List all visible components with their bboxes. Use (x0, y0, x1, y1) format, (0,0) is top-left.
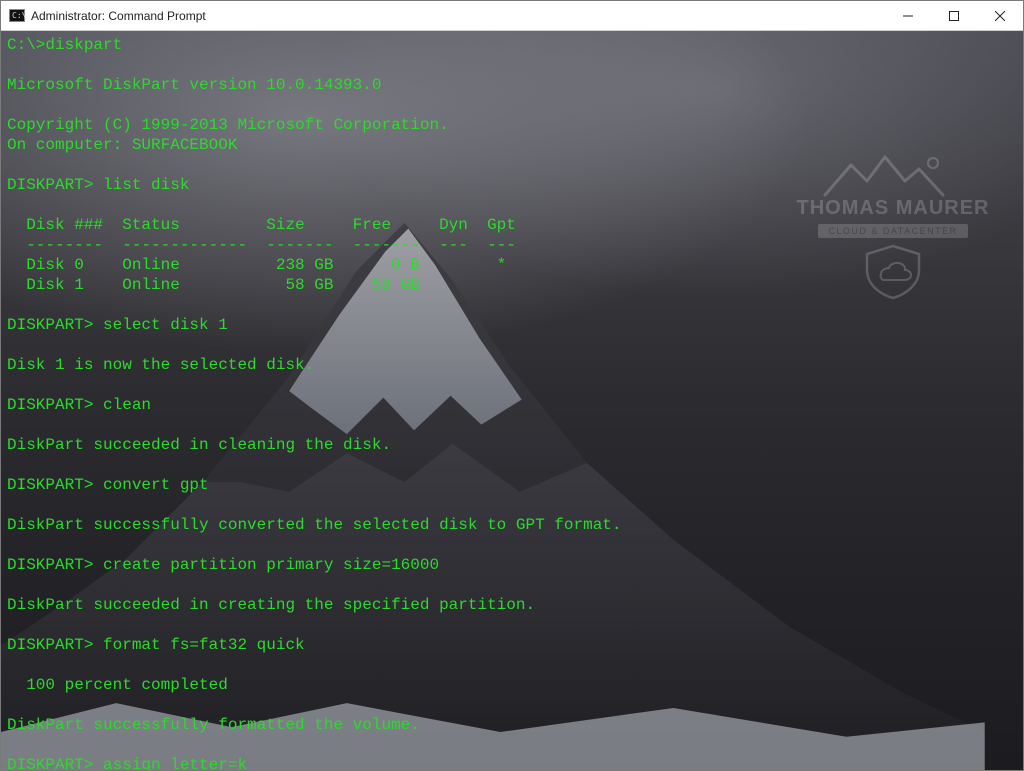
terminal-line: Disk 1 Online 58 GB 58 GB (7, 275, 1017, 295)
terminal-line: Disk 1 is now the selected disk. (7, 355, 1017, 375)
minimize-icon (903, 11, 913, 21)
close-button[interactable] (977, 1, 1023, 31)
terminal-line (7, 575, 1017, 595)
terminal-line (7, 295, 1017, 315)
close-icon (995, 11, 1005, 21)
minimize-button[interactable] (885, 1, 931, 31)
terminal-line: DISKPART> assign letter=k (7, 755, 1017, 770)
terminal-line (7, 55, 1017, 75)
terminal-line (7, 195, 1017, 215)
terminal-line: DISKPART> create partition primary size=… (7, 555, 1017, 575)
terminal-line (7, 95, 1017, 115)
maximize-icon (949, 11, 959, 21)
client-area: THOMAS MAURER CLOUD & DATACENTER C:\>dis… (1, 31, 1023, 770)
terminal-line: Microsoft DiskPart version 10.0.14393.0 (7, 75, 1017, 95)
terminal-line (7, 735, 1017, 755)
terminal-line: DiskPart successfully converted the sele… (7, 515, 1017, 535)
terminal-line (7, 415, 1017, 435)
terminal-line: On computer: SURFACEBOOK (7, 135, 1017, 155)
window-frame: C:\ Administrator: Command Prompt (0, 0, 1024, 771)
terminal-line (7, 695, 1017, 715)
terminal-line: DISKPART> select disk 1 (7, 315, 1017, 335)
terminal-line: Disk ### Status Size Free Dyn Gpt (7, 215, 1017, 235)
terminal-line: DiskPart succeeded in cleaning the disk. (7, 435, 1017, 455)
terminal-line: DiskPart successfully formatted the volu… (7, 715, 1017, 735)
terminal-output[interactable]: C:\>diskpart Microsoft DiskPart version 1… (1, 31, 1023, 770)
terminal-line: DISKPART> clean (7, 395, 1017, 415)
terminal-line: DISKPART> format fs=fat32 quick (7, 635, 1017, 655)
terminal-line (7, 535, 1017, 555)
terminal-line: DISKPART> convert gpt (7, 475, 1017, 495)
terminal-line (7, 455, 1017, 475)
terminal-line (7, 655, 1017, 675)
svg-text:C:\: C:\ (12, 11, 25, 20)
terminal-line (7, 375, 1017, 395)
terminal-line (7, 155, 1017, 175)
titlebar[interactable]: C:\ Administrator: Command Prompt (1, 1, 1023, 31)
terminal-line (7, 335, 1017, 355)
terminal-line: DiskPart succeeded in creating the speci… (7, 595, 1017, 615)
terminal-line: -------- ------------- ------- ------- -… (7, 235, 1017, 255)
terminal-line: Copyright (C) 1999-2013 Microsoft Corpor… (7, 115, 1017, 135)
cmd-icon: C:\ (9, 8, 25, 24)
terminal-line (7, 615, 1017, 635)
terminal-line: C:\>diskpart (7, 35, 1017, 55)
terminal-line: DISKPART> list disk (7, 175, 1017, 195)
terminal-line: Disk 0 Online 238 GB 0 B * (7, 255, 1017, 275)
window-title: Administrator: Command Prompt (31, 9, 206, 23)
maximize-button[interactable] (931, 1, 977, 31)
terminal-line (7, 495, 1017, 515)
terminal-line: 100 percent completed (7, 675, 1017, 695)
